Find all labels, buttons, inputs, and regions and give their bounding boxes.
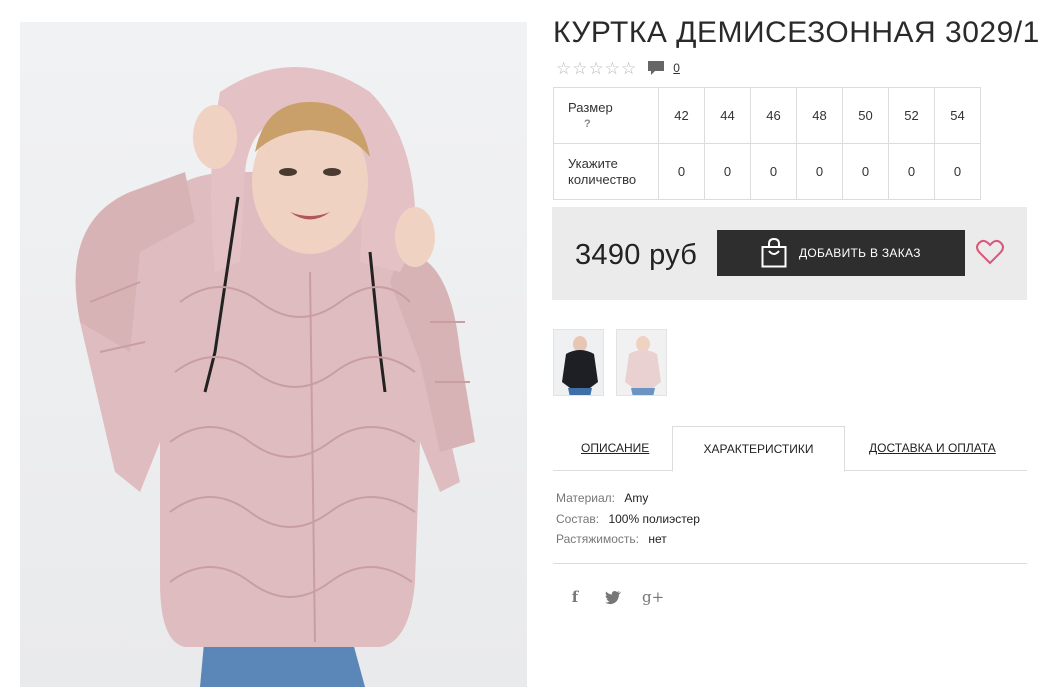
- characteristic-key: Материал:: [556, 491, 615, 505]
- quantity-input[interactable]: 0: [796, 143, 843, 200]
- product-price: 3490 руб: [575, 239, 698, 271]
- buy-box: 3490 руб ДОБАВИТЬ В ЗАКАЗ: [552, 207, 1027, 300]
- jacket-black-thumbnail-icon: [554, 330, 603, 395]
- comment-icon[interactable]: [647, 59, 665, 77]
- characteristic-value: Amy: [624, 491, 649, 505]
- thumbnail-gallery: [553, 329, 667, 396]
- divider: [553, 563, 1027, 564]
- size-cell: 44: [704, 87, 751, 144]
- google-plus-icon[interactable]: g+: [642, 588, 664, 606]
- quantity-input[interactable]: 0: [888, 143, 935, 200]
- characteristic-row: Состав: 100% полиэстер: [556, 509, 700, 530]
- twitter-icon[interactable]: [604, 588, 622, 606]
- quantity-input[interactable]: 0: [750, 143, 797, 200]
- size-help-icon[interactable]: ?: [568, 116, 658, 132]
- size-cell: 54: [934, 87, 981, 144]
- quantity-input[interactable]: 0: [934, 143, 981, 200]
- characteristic-value: 100% полиэстер: [608, 511, 700, 526]
- tab-description[interactable]: ОПИСАНИЕ: [581, 426, 649, 471]
- size-cell: 52: [888, 87, 935, 144]
- add-to-order-label: ДОБАВИТЬ В ЗАКАЗ: [799, 246, 921, 260]
- add-to-order-button[interactable]: ДОБАВИТЬ В ЗАКАЗ: [717, 230, 965, 276]
- social-share: f g+: [566, 588, 664, 606]
- quantity-input[interactable]: 0: [842, 143, 889, 200]
- product-title: КУРТКА ДЕМИСЕЗОННАЯ 3029/1: [553, 16, 1040, 49]
- characteristic-key: Растяжимость:: [556, 532, 640, 546]
- star-icon[interactable]: ☆: [621, 60, 636, 77]
- rating-row: ☆ ☆ ☆ ☆ ☆ 0: [556, 58, 680, 78]
- comments-count-link[interactable]: 0: [673, 61, 680, 75]
- quantity-input[interactable]: 0: [704, 143, 751, 200]
- star-icon[interactable]: ☆: [589, 60, 604, 77]
- product-main-photo[interactable]: [20, 22, 527, 687]
- size-cell: 50: [842, 87, 889, 144]
- star-icon[interactable]: ☆: [605, 60, 620, 77]
- jacket-pink-thumbnail-icon: [617, 330, 666, 395]
- tab-characteristics[interactable]: ХАРАКТЕРИСТИКИ: [672, 426, 845, 472]
- characteristic-value: нет: [648, 532, 667, 546]
- size-header-cell: Размер ?: [553, 87, 659, 144]
- size-quantity-table: Размер ? 42 44 46 48 50 52 54 Укажите ко…: [553, 87, 981, 200]
- jacket-model-illustration: [75, 67, 475, 687]
- star-icon[interactable]: ☆: [572, 60, 587, 77]
- size-row: Размер ? 42 44 46 48 50 52 54: [553, 87, 981, 144]
- star-icon[interactable]: ☆: [556, 60, 571, 77]
- quantity-row: Укажите количество 0 0 0 0 0 0 0: [553, 143, 981, 200]
- tab-delivery-payment[interactable]: ДОСТАВКА И ОПЛАТА: [869, 426, 996, 471]
- size-label: Размер: [568, 99, 613, 115]
- quantity-input[interactable]: 0: [658, 143, 705, 200]
- characteristic-row: Растяжимость: нет: [556, 529, 700, 550]
- size-cell: 46: [750, 87, 797, 144]
- thumbnail-pink-jacket[interactable]: [616, 329, 667, 396]
- characteristic-row: Материал: Amy: [556, 488, 700, 509]
- size-cell: 48: [796, 87, 843, 144]
- shopping-bag-icon: [761, 238, 787, 268]
- size-cell: 42: [658, 87, 705, 144]
- characteristics-list: Материал: Amy Состав: 100% полиэстер Рас…: [556, 488, 700, 550]
- product-tabs: ОПИСАНИЕ ХАРАКТЕРИСТИКИ ДОСТАВКА И ОПЛАТ…: [553, 426, 1027, 472]
- thumbnail-black-jacket[interactable]: [553, 329, 604, 396]
- quantity-label: Укажите количество: [553, 143, 659, 200]
- characteristic-key: Состав:: [556, 511, 600, 526]
- facebook-icon[interactable]: f: [566, 588, 584, 606]
- wishlist-heart-icon[interactable]: [976, 239, 1004, 265]
